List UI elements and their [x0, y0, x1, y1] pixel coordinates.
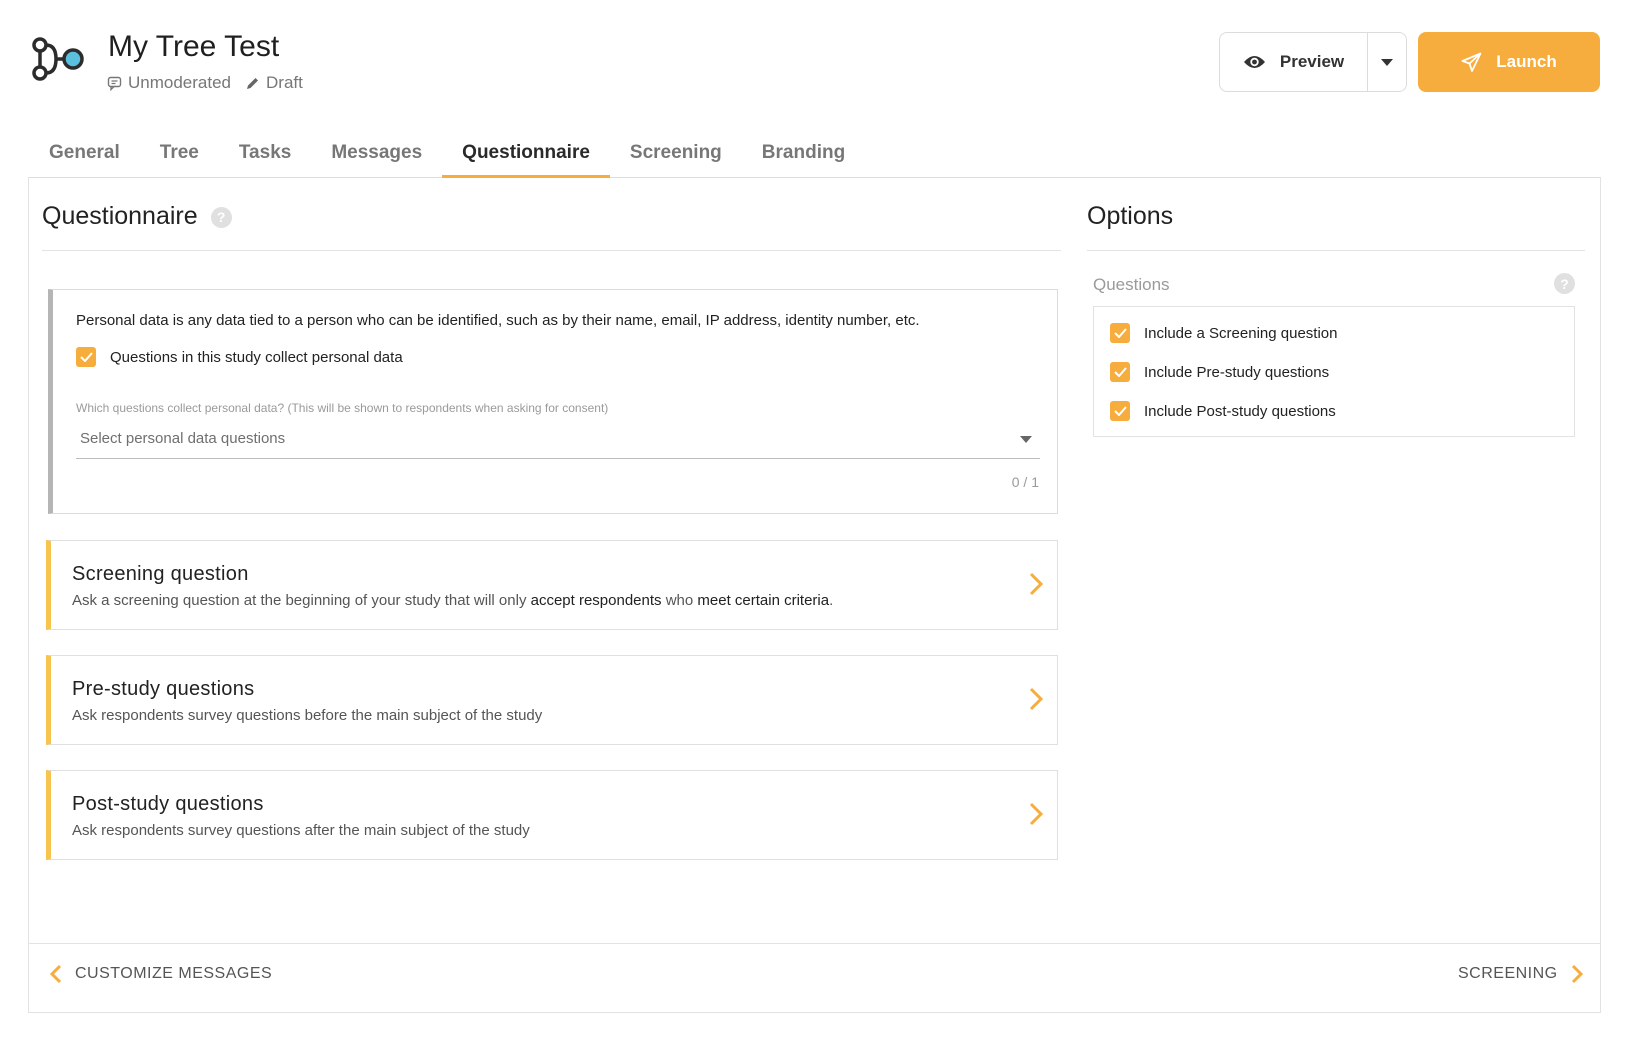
preview-button[interactable]: Preview — [1220, 33, 1368, 91]
tab-general[interactable]: General — [29, 130, 140, 178]
chevron-left-icon — [50, 964, 62, 984]
screening-question-card[interactable]: Screening question Ask a screening quest… — [46, 540, 1058, 630]
questions-group-label: Questions — [1093, 275, 1170, 294]
next-step-label: SCREENING — [1458, 965, 1558, 982]
paper-plane-icon — [1461, 52, 1482, 72]
personal-data-checkbox-label: Questions in this study collect personal… — [110, 348, 403, 366]
question-options-box: Include a Screening question Include Pre… — [1093, 306, 1575, 437]
next-step-link[interactable]: SCREENING — [1458, 964, 1583, 984]
launch-label: Launch — [1496, 52, 1557, 71]
post-study-questions-card[interactable]: Post-study questions Ask respondents sur… — [46, 770, 1058, 860]
check-icon — [1113, 328, 1127, 338]
pencil-icon — [247, 77, 259, 89]
personal-data-panel: Personal data is any data tied to a pers… — [48, 289, 1058, 514]
launch-button[interactable]: Launch — [1418, 32, 1600, 92]
check-icon — [79, 352, 93, 362]
tab-screening[interactable]: Screening — [610, 130, 742, 178]
card-title: Post-study questions — [72, 793, 264, 815]
tab-messages[interactable]: Messages — [311, 130, 442, 178]
options-title: Options — [1087, 202, 1174, 230]
questionnaire-heading: Questionnaire ? — [42, 202, 232, 231]
preview-button-group: Preview — [1219, 32, 1407, 92]
status-badge: Draft — [245, 73, 303, 93]
personal-data-checkbox-row[interactable]: Questions in this study collect personal… — [76, 347, 403, 367]
chevron-right-icon — [1029, 802, 1043, 826]
prev-step-link[interactable]: CUSTOMIZE MESSAGES — [50, 964, 272, 984]
include-post-study-checkbox-row[interactable]: Include Post-study questions — [1110, 401, 1336, 421]
help-icon[interactable]: ? — [1554, 273, 1575, 294]
tab-tree[interactable]: Tree — [140, 130, 219, 178]
chevron-right-icon — [1029, 687, 1043, 711]
preview-dropdown-button[interactable] — [1368, 33, 1406, 91]
chevron-right-icon — [1571, 964, 1583, 984]
pre-study-questions-card[interactable]: Pre-study questions Ask respondents surv… — [46, 655, 1058, 745]
personal-data-description: Personal data is any data tied to a pers… — [76, 312, 920, 329]
card-description: Ask respondents survey questions after t… — [72, 822, 530, 839]
tab-questionnaire[interactable]: Questionnaire — [442, 130, 610, 178]
caret-down-icon — [1381, 58, 1393, 66]
card-description: Ask respondents survey questions before … — [72, 707, 543, 724]
caret-down-icon — [1020, 436, 1032, 443]
prev-step-label: CUSTOMIZE MESSAGES — [75, 965, 273, 982]
tree-logo-icon — [32, 37, 84, 81]
select-placeholder: Select personal data questions — [80, 430, 286, 447]
tab-bar: General Tree Tasks Messages Questionnair… — [29, 130, 1600, 178]
mode-label: Unmoderated — [128, 73, 232, 92]
study-meta: Unmoderated Draft — [107, 73, 317, 93]
include-screening-checkbox[interactable] — [1110, 323, 1130, 343]
chevron-right-icon — [1029, 572, 1043, 596]
eye-icon — [1243, 56, 1265, 68]
footer-divider — [29, 943, 1600, 944]
include-pre-study-label: Include Pre-study questions — [1144, 363, 1330, 381]
selection-counter: 0 / 1 — [1011, 474, 1039, 490]
personal-data-checkbox[interactable] — [76, 347, 96, 367]
options-divider — [1087, 250, 1585, 251]
status-label: Draft — [266, 73, 303, 92]
include-screening-label: Include a Screening question — [1144, 324, 1338, 342]
tab-branding[interactable]: Branding — [742, 130, 865, 178]
include-screening-checkbox-row[interactable]: Include a Screening question — [1110, 323, 1337, 343]
page-title: My Tree Test — [108, 30, 280, 63]
questionnaire-title: Questionnaire — [42, 202, 198, 230]
mode-badge: Unmoderated — [107, 73, 231, 93]
card-title: Screening question — [72, 563, 249, 585]
tab-tasks[interactable]: Tasks — [219, 130, 311, 178]
personal-data-field-label: Which questions collect personal data? (… — [76, 401, 609, 415]
include-pre-study-checkbox-row[interactable]: Include Pre-study questions — [1110, 362, 1329, 382]
include-pre-study-checkbox[interactable] — [1110, 362, 1130, 382]
header: My Tree Test Unmoderated Draft Preview L… — [0, 0, 1625, 125]
include-post-study-checkbox[interactable] — [1110, 401, 1130, 421]
check-icon — [1113, 406, 1127, 416]
questionnaire-divider — [42, 250, 1061, 251]
include-post-study-label: Include Post-study questions — [1144, 402, 1336, 420]
check-icon — [1113, 367, 1127, 377]
card-description: Ask a screening question at the beginnin… — [72, 592, 834, 609]
chat-icon — [107, 76, 122, 91]
personal-data-select[interactable]: Select personal data questions — [76, 421, 1040, 459]
card-title: Pre-study questions — [72, 678, 255, 700]
preview-label: Preview — [1279, 52, 1345, 71]
help-icon[interactable]: ? — [210, 206, 232, 228]
